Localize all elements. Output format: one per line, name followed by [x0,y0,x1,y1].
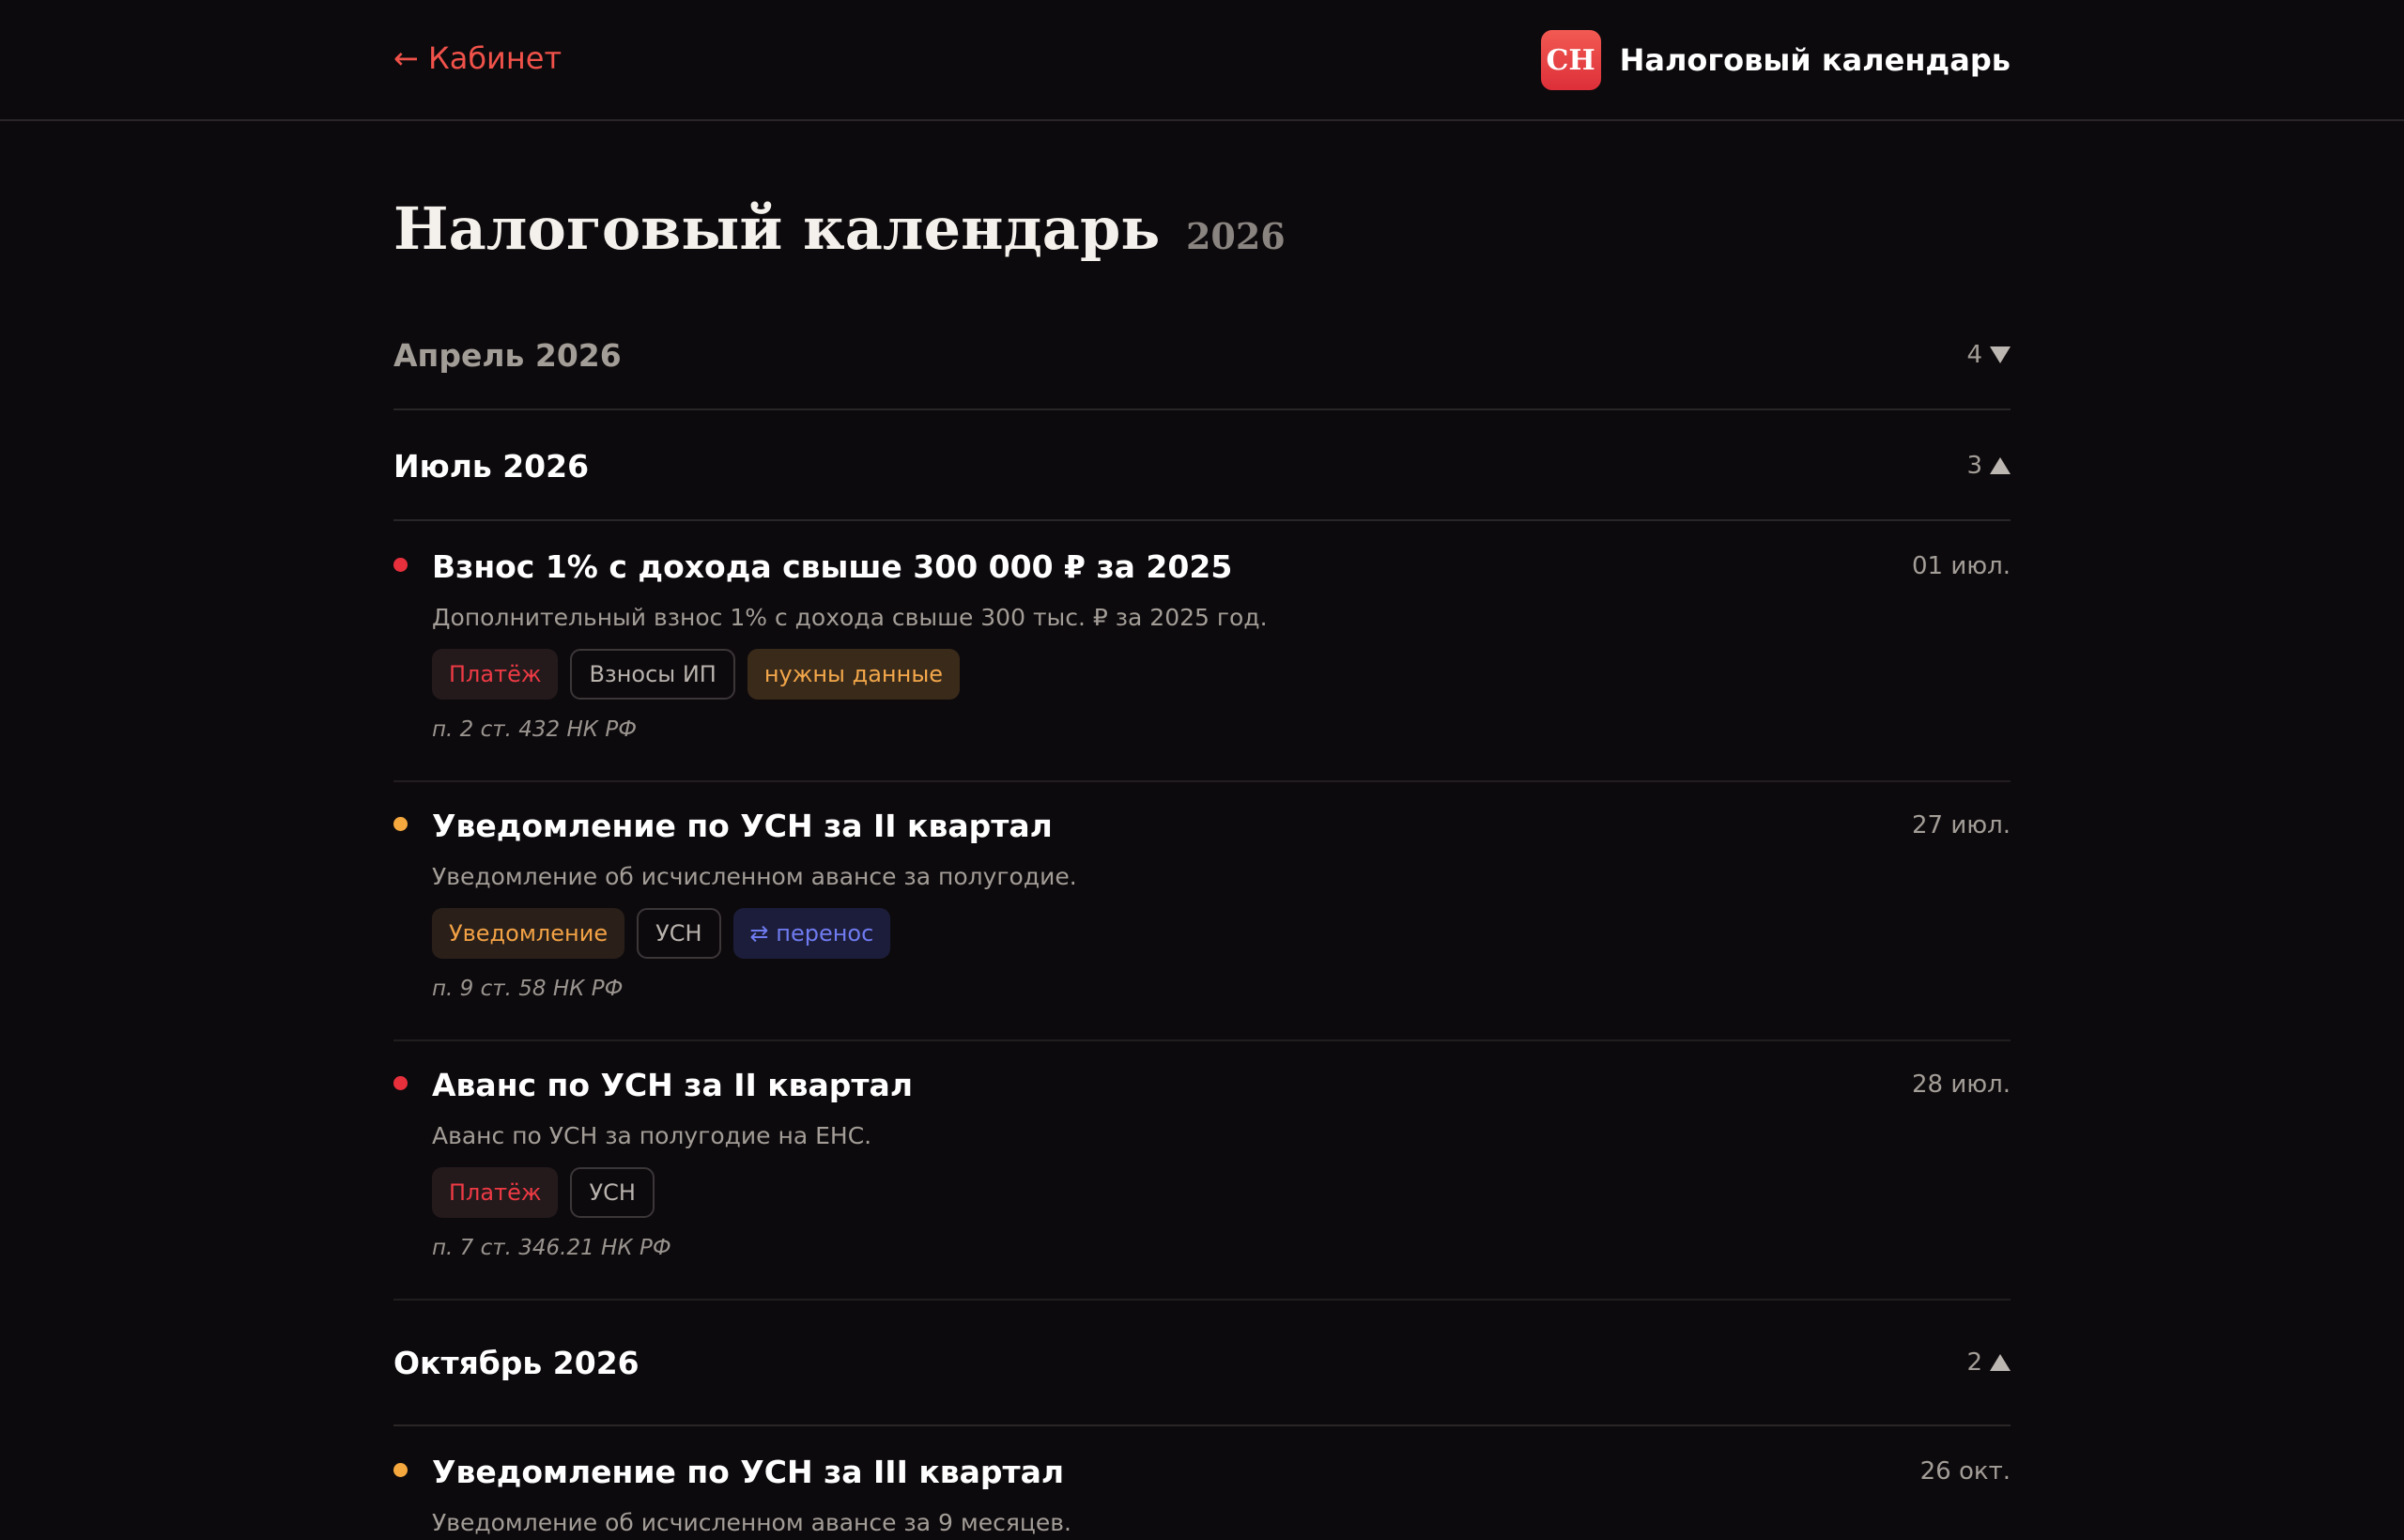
list-item-event[interactable]: Уведомление по УСН за II квартал 27 июл.… [393,782,2011,1041]
month-name: Апрель 2026 [393,336,622,374]
event-law-reference: п. 7 ст. 346.21 НК РФ [432,1236,671,1260]
month-count-value: 2 [1966,1348,1982,1377]
month-header-july[interactable]: Июль 2026 3 [393,412,2011,521]
back-to-cabinet-link[interactable]: ← Кабинет [393,38,562,79]
page-year: 2026 [1185,215,1286,257]
event-tags: Уведомление УСН ⇄ перенос [432,908,891,959]
event-date: 26 окт. [1919,1457,2011,1486]
status-dot-icon [393,558,408,572]
month-name: Июль 2026 [393,447,590,485]
tag-category: УСН [570,1167,655,1218]
triangle-up-icon [1990,1354,2011,1371]
tag-category: Взносы ИП [570,649,735,700]
tag-payment: Платёж [432,649,559,700]
event-date: 27 июл. [1911,811,2011,839]
triangle-down-icon [1990,346,2011,363]
month-count-value: 4 [1966,341,1982,369]
event-description: Аванс по УСН за полугодие на ЕНС. [432,1122,872,1149]
event-description: Уведомление об исчисленном авансе за пол… [432,863,1077,890]
status-dot-icon [393,1463,408,1477]
event-title: Уведомление по УСН за III квартал [432,1454,1065,1490]
tag-notification: Уведомление [432,908,625,959]
brand-title: Налоговый календарь [1619,42,2011,78]
status-dot-icon [393,817,408,831]
list-item-event[interactable]: Аванс по УСН за II квартал 28 июл. Аванс… [393,1041,2011,1301]
list-item-event[interactable]: Взнос 1% с дохода свыше 300 000 ₽ за 202… [393,523,2011,782]
brand: СН Налоговый календарь [1540,29,2011,91]
month-count: 2 [1966,1348,2011,1377]
page-title: Налоговый календарь 2026 [393,192,1286,274]
event-law-reference: п. 9 ст. 58 НК РФ [432,977,624,1001]
month-count-value: 3 [1966,452,1982,480]
brand-logo: СН [1540,30,1601,90]
event-title: Уведомление по УСН за II квартал [432,808,1053,844]
event-tags: Платёж Взносы ИП нужны данные [432,649,961,700]
tag-moved[interactable]: ⇄ перенос [732,908,891,959]
top-bar: ← Кабинет СН Налоговый календарь [0,0,2404,121]
list-item-event[interactable]: Уведомление по УСН за III квартал 26 окт… [393,1428,2011,1540]
month-count: 3 [1966,452,2011,480]
page-title-text: Налоговый календарь [393,194,1161,263]
event-date: 01 июл. [1911,552,2011,580]
tag-payment: Платёж [432,1167,559,1218]
month-header-october[interactable]: Октябрь 2026 2 [393,1301,2011,1426]
event-description: Уведомление об исчисленном авансе за 9 м… [432,1509,1071,1536]
tag-category: УСН [637,908,721,959]
event-tags: Платёж УСН [432,1167,655,1218]
month-count: 4 [1966,341,2011,369]
event-date: 28 июл. [1911,1070,2011,1099]
event-description: Дополнительный взнос 1% с дохода свыше 3… [432,604,1268,631]
month-header-april[interactable]: Апрель 2026 4 [393,301,2011,410]
status-dot-icon [393,1076,408,1090]
event-law-reference: п. 2 ст. 432 НК РФ [432,717,638,742]
event-title: Взнос 1% с дохода свыше 300 000 ₽ за 202… [432,548,1233,585]
tag-needs-data[interactable]: нужны данные [747,649,961,700]
event-title: Аванс по УСН за II квартал [432,1067,913,1103]
month-name: Октябрь 2026 [393,1344,640,1381]
triangle-up-icon [1990,457,2011,474]
